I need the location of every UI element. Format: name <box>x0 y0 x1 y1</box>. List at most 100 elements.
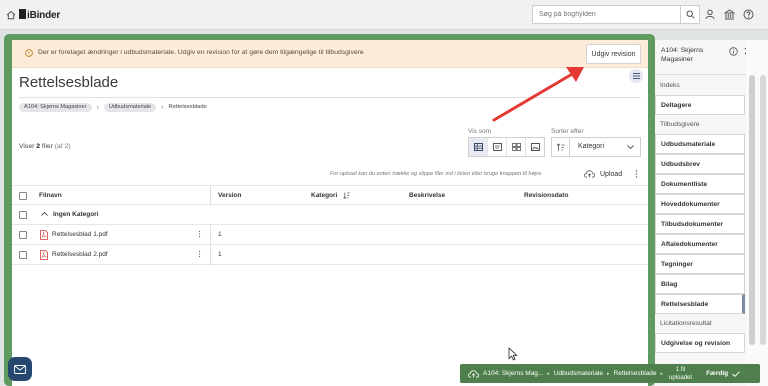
file-version: 1 <box>218 231 222 238</box>
status-separator: ▸ <box>607 370 610 377</box>
page-title: Rettelsesblade <box>19 74 119 91</box>
sort-label: Sorter efter <box>551 128 584 135</box>
status-count: 1 fil uploadet <box>669 366 692 382</box>
header-revision-date[interactable]: Revisionsdato <box>524 192 568 199</box>
upload-label: Upload <box>600 170 623 178</box>
file-count-total: (af 2) <box>52 143 71 150</box>
status-project: A104: Skjerns Mag... <box>483 370 544 377</box>
sidebar-item-rettelsesblade[interactable]: Rettelsesblade <box>655 294 745 314</box>
mouse-cursor-icon <box>508 347 518 361</box>
upload-hint: For upload kan du enten trække og slippe… <box>330 171 543 177</box>
app-logo[interactable]: iBinder <box>19 9 60 21</box>
sort-value: Kategori <box>578 143 605 150</box>
file-name[interactable]: Rettelsesblad 1.pdf <box>52 231 108 238</box>
row-menu-button[interactable] <box>198 230 201 238</box>
cloud-upload-icon <box>468 369 479 378</box>
view-grid-button[interactable] <box>507 138 526 156</box>
sort-direction-button[interactable] <box>552 138 570 156</box>
sidebar-scrollbar[interactable] <box>746 40 768 386</box>
scrollbar-thumb[interactable] <box>749 75 755 345</box>
view-table-button[interactable] <box>469 138 488 156</box>
status-folder: Udbudsmateriale <box>553 370 603 377</box>
vertical-dots-icon <box>198 250 201 258</box>
search-button[interactable] <box>680 6 699 23</box>
breadcrumb: A104: Skjerns Magasiner › Udbudsmaterial… <box>19 102 207 112</box>
header-version[interactable]: Version <box>218 192 241 199</box>
warning-icon <box>25 49 33 57</box>
chevron-right-icon: › <box>96 103 99 111</box>
chevron-down-icon <box>627 145 634 149</box>
sidebar-project-title: A104: Skjerns Magasiner <box>661 47 704 63</box>
row-checkbox[interactable] <box>19 251 27 259</box>
sidebar-item-tegninger[interactable]: Tegninger <box>655 254 745 274</box>
status-done: Færdig <box>706 370 729 377</box>
row-menu-button[interactable] <box>198 250 201 258</box>
row-checkbox[interactable] <box>19 231 27 239</box>
chat-button[interactable] <box>8 357 32 381</box>
bank-icon[interactable] <box>724 9 735 20</box>
sort-control: Kategori <box>551 137 641 157</box>
upload-status-bar: A104: Skjerns Mag... ▸ Udbudsmateriale ▸… <box>460 364 760 383</box>
chevron-up-icon[interactable] <box>41 212 48 216</box>
file-name[interactable]: Rettelsesblad 2.pdf <box>52 251 108 258</box>
file-count: Viser 2 filer (af 2) <box>19 143 71 150</box>
group-label: Ingen Kategori <box>53 211 99 218</box>
sidebar-item-tilbudsgivere[interactable]: Tilbudsgivere <box>655 115 745 135</box>
scrollbar-thumb[interactable] <box>760 75 766 345</box>
menu-button[interactable] <box>629 69 643 83</box>
grid-view-icon <box>511 143 521 151</box>
hamburger-icon <box>632 73 640 79</box>
image-view-icon <box>530 143 540 151</box>
table-row[interactable]: Rettelsesblad 2.pdf 1 <box>12 245 648 265</box>
table-row[interactable]: Rettelsesblad 1.pdf 1 <box>12 225 648 245</box>
user-icon[interactable] <box>705 9 715 20</box>
check-icon <box>732 370 740 377</box>
home-icon[interactable] <box>6 10 16 20</box>
file-count-unit: filer <box>40 143 53 150</box>
table-header-row: Filnavn Version Kategori Beskrivelse Rev… <box>12 185 648 206</box>
breadcrumb-current: Rettelsesblade <box>168 104 207 110</box>
view-label: Vis som <box>468 128 491 135</box>
sidebar-item-udgivelse-og-revision[interactable]: Udgivelse og revision <box>655 333 745 353</box>
publish-revision-button[interactable]: Udgiv revision <box>586 44 641 64</box>
vertical-dots-icon <box>635 170 638 178</box>
status-separator: ▸ <box>660 370 664 377</box>
header-category[interactable]: Kategori <box>311 192 337 199</box>
sidebar-item-aftaledokumenter[interactable]: Aftaledokumenter <box>655 234 745 254</box>
sort-ascending-icon[interactable] <box>343 192 350 199</box>
search-input[interactable] <box>533 6 681 23</box>
view-list-button[interactable] <box>488 138 507 156</box>
file-count-prefix: Viser <box>19 143 37 150</box>
group-row[interactable]: Ingen Kategori <box>12 205 648 225</box>
view-image-button[interactable] <box>526 138 544 156</box>
sidebar-item-deltagere[interactable]: Deltagere <box>655 95 745 115</box>
search-box <box>532 5 700 24</box>
pdf-file-icon <box>40 250 48 260</box>
vertical-dots-icon <box>198 230 201 238</box>
sidebar-item-licitationsresultat[interactable]: Licitationsresultat <box>655 314 745 334</box>
sort-select[interactable]: Kategori <box>570 138 640 156</box>
app-logo-text: iBinder <box>27 10 61 21</box>
help-icon[interactable] <box>743 9 754 20</box>
header-filename[interactable]: Filnavn <box>39 192 62 199</box>
upload-button[interactable]: Upload <box>584 170 622 178</box>
sidebar-item-hoveddokumenter[interactable]: Hoveddokumenter <box>655 194 745 214</box>
sidebar-item-udbudsmateriale[interactable]: Udbudsmateriale <box>655 134 745 154</box>
sidebar-item-tilbudsdokumenter[interactable]: Tilbudsdokumenter <box>655 214 745 234</box>
select-all-checkbox[interactable] <box>19 192 27 200</box>
breadcrumb-item[interactable]: Udbudsmateriale <box>103 102 157 112</box>
sidebar-item-bilag[interactable]: Bilag <box>655 274 745 294</box>
title-divider <box>19 97 641 98</box>
file-version: 1 <box>218 251 222 258</box>
sidebar-item-dokumentliste[interactable]: Dokumentliste <box>655 174 745 194</box>
envelope-icon <box>14 364 26 374</box>
sidebar-item-indeks[interactable]: Indeks <box>655 76 745 96</box>
info-icon[interactable] <box>729 47 738 56</box>
breadcrumb-item[interactable]: A104: Skjerns Magasiner <box>19 102 92 112</box>
header-description[interactable]: Beskrivelse <box>409 192 445 199</box>
status-subfolder: Rettelsesblade <box>613 370 657 377</box>
status-separator: ▸ <box>547 370 550 377</box>
more-options-button[interactable] <box>635 170 638 178</box>
group-checkbox[interactable] <box>19 211 27 219</box>
sidebar-item-udbudsbrev[interactable]: Udbudsbrev <box>655 154 745 174</box>
